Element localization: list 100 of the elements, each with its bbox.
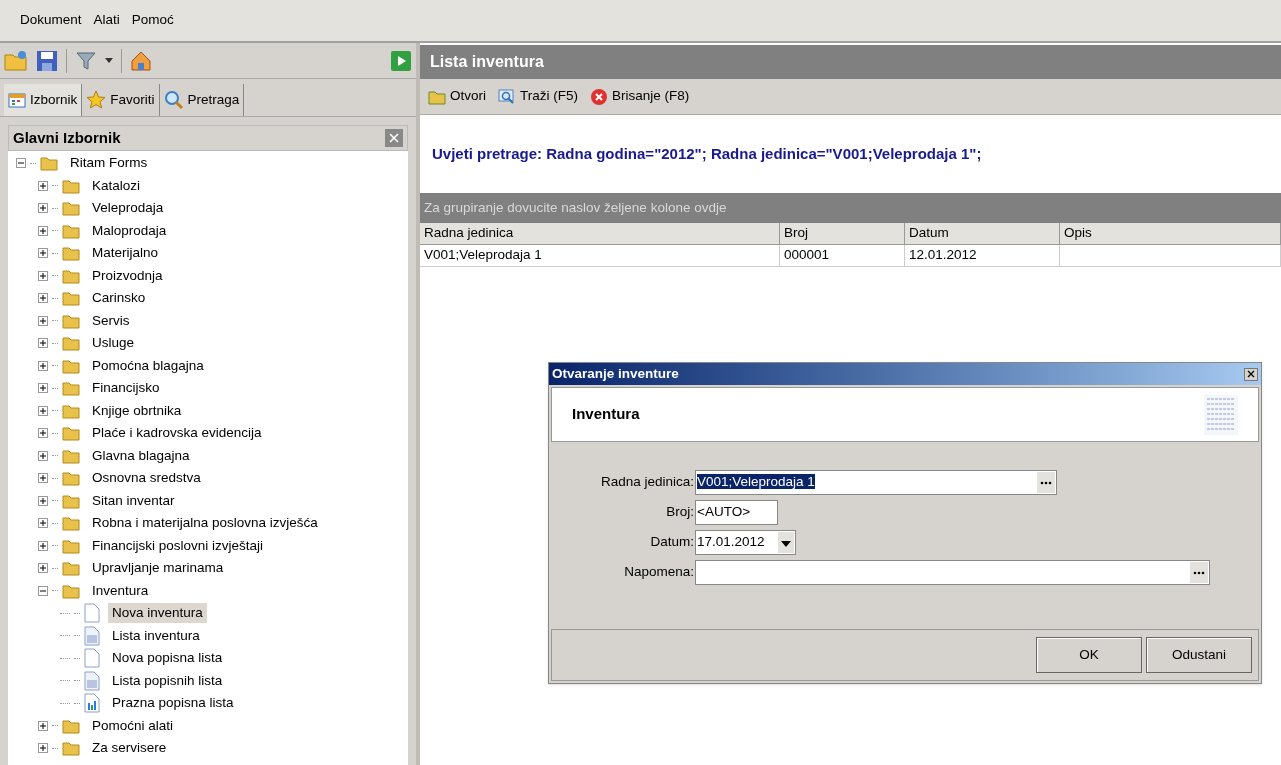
column-header[interactable]: Opis	[1060, 223, 1281, 244]
filter-icon[interactable]	[75, 49, 97, 72]
expand-icon[interactable]	[38, 203, 48, 214]
collapse-icon[interactable]	[16, 158, 26, 169]
folder-icon	[62, 560, 80, 577]
dialog-button[interactable]: OK	[1036, 637, 1142, 673]
toolbar-button[interactable]: Brisanje (F8)	[590, 86, 690, 107]
tree-item[interactable]: Osnovna sredstva	[88, 468, 205, 489]
tree-item[interactable]: Upravljanje marinama	[88, 558, 228, 579]
delete-icon	[590, 87, 608, 106]
folder-icon	[62, 200, 80, 217]
group-hint: Za grupiranje dovucite naslov željene kolone ovdje	[424, 198, 727, 217]
tree-item[interactable]: Nova popisna lista	[108, 648, 227, 669]
home-icon[interactable]	[130, 49, 152, 72]
expand-icon[interactable]	[38, 225, 48, 236]
column-header[interactable]: Broj	[780, 223, 905, 244]
expand-icon[interactable]	[38, 518, 48, 529]
expand-icon[interactable]	[38, 293, 48, 304]
tree-item[interactable]: Pomoćna blagajna	[88, 355, 208, 376]
folder-icon	[62, 402, 80, 419]
caret-icon[interactable]	[105, 57, 113, 64]
save-icon[interactable]	[36, 49, 58, 72]
column-header[interactable]: Radna jedinica	[420, 223, 780, 244]
tree-item[interactable]: Lista inventura	[108, 625, 204, 646]
tree-item[interactable]: Robna i materijalna poslovna izvješća	[88, 513, 322, 534]
expand-icon[interactable]	[38, 428, 48, 439]
tree-item[interactable]: Pomoćni alati	[88, 715, 178, 736]
expand-icon[interactable]	[38, 405, 48, 416]
expand-icon[interactable]	[38, 495, 48, 506]
expand-icon[interactable]	[38, 270, 48, 281]
expand-icon[interactable]	[38, 563, 48, 574]
toolbar-button[interactable]: Traži (F5)	[498, 86, 578, 107]
search-icon	[498, 87, 516, 106]
folder-icon	[62, 470, 80, 487]
tree-item[interactable]: Usluge	[88, 333, 139, 354]
folder-icon	[62, 582, 80, 599]
tree-item[interactable]: Financijski poslovni izvještaji	[88, 535, 268, 556]
folder-icon	[62, 537, 80, 554]
ellipsis-icon[interactable]	[1037, 472, 1055, 493]
date-field[interactable]: 17.01.2012	[695, 530, 796, 555]
tree-item[interactable]: Ritam Forms	[66, 153, 152, 174]
folder-icon	[62, 447, 80, 464]
menu-item[interactable]: Alati	[93, 10, 120, 31]
field-label: Broj:	[665, 503, 695, 522]
tree-item[interactable]: Lista popisnih lista	[108, 670, 227, 691]
expand-icon[interactable]	[38, 450, 48, 461]
expand-icon[interactable]	[38, 315, 48, 326]
tree-item[interactable]: Knjige obrtnika	[88, 400, 186, 421]
tree-item[interactable]: Nova inventura	[108, 603, 207, 624]
expand-icon[interactable]	[38, 473, 48, 484]
dialog-heading: Inventura	[572, 404, 640, 425]
expand-icon[interactable]	[38, 338, 48, 349]
close-button[interactable]	[1244, 367, 1258, 381]
column-header[interactable]: Datum	[905, 223, 1060, 244]
tree-item[interactable]: Katalozi	[88, 175, 145, 196]
tree-item[interactable]: Inventura	[88, 580, 153, 601]
play-icon[interactable]	[390, 49, 412, 72]
panel-title: Glavni Izbornik	[13, 127, 121, 148]
folder-icon	[62, 312, 80, 329]
list-page-icon	[84, 625, 100, 646]
tree-item[interactable]: Glavna blagajna	[88, 445, 194, 466]
dialog-button[interactable]: Odustani	[1146, 637, 1252, 673]
tree-item[interactable]: Proizvodnja	[88, 265, 167, 286]
tree-item[interactable]: Materijalno	[88, 243, 163, 264]
menu-item[interactable]: Pomoć	[131, 10, 174, 31]
collapse-icon[interactable]	[38, 585, 48, 596]
expand-icon[interactable]	[38, 720, 48, 731]
expand-icon[interactable]	[38, 383, 48, 394]
folder-icon	[62, 740, 80, 757]
content-title: Lista inventura	[430, 52, 544, 72]
menu-item[interactable]: Dokument	[20, 10, 82, 31]
tree-item[interactable]: Prazna popisna lista	[108, 693, 238, 714]
tree-item[interactable]: Veleprodaja	[88, 198, 168, 219]
tree-item[interactable]: Financijsko	[88, 378, 164, 399]
expand-icon[interactable]	[38, 540, 48, 551]
expand-icon[interactable]	[38, 360, 48, 371]
tree-item[interactable]: Carinsko	[88, 288, 150, 309]
folder-icon	[62, 515, 80, 532]
field-label: Datum:	[649, 533, 695, 552]
toolbar-button[interactable]: Otvori	[428, 86, 486, 107]
tree-item[interactable]: Plaće i kadrovska evidencija	[88, 423, 266, 444]
folder-icon	[62, 717, 80, 734]
input-field[interactable]: V001;Veleprodaja 1	[695, 470, 1057, 495]
input-field[interactable]	[695, 560, 1210, 585]
tab[interactable]: Izbornik	[4, 84, 83, 116]
expand-icon[interactable]	[38, 180, 48, 191]
close-icon	[1247, 370, 1255, 378]
tree-item[interactable]: Servis	[88, 310, 134, 331]
dialog-title: Otvaranje inventure	[552, 364, 679, 383]
ellipsis-icon[interactable]	[1190, 562, 1208, 583]
tree-item[interactable]: Sitan inventar	[88, 490, 179, 511]
expand-icon[interactable]	[38, 248, 48, 259]
tree-item[interactable]: Maloprodaja	[88, 220, 171, 241]
field-label: Radna jedinica:	[599, 473, 695, 492]
input-field[interactable]: <AUTO>	[695, 500, 778, 525]
expand-icon[interactable]	[38, 743, 48, 754]
folder-icon	[62, 425, 80, 442]
list-page-icon	[84, 670, 100, 691]
tree-item[interactable]: Za servisere	[88, 738, 171, 759]
calendar-icon	[8, 92, 26, 108]
